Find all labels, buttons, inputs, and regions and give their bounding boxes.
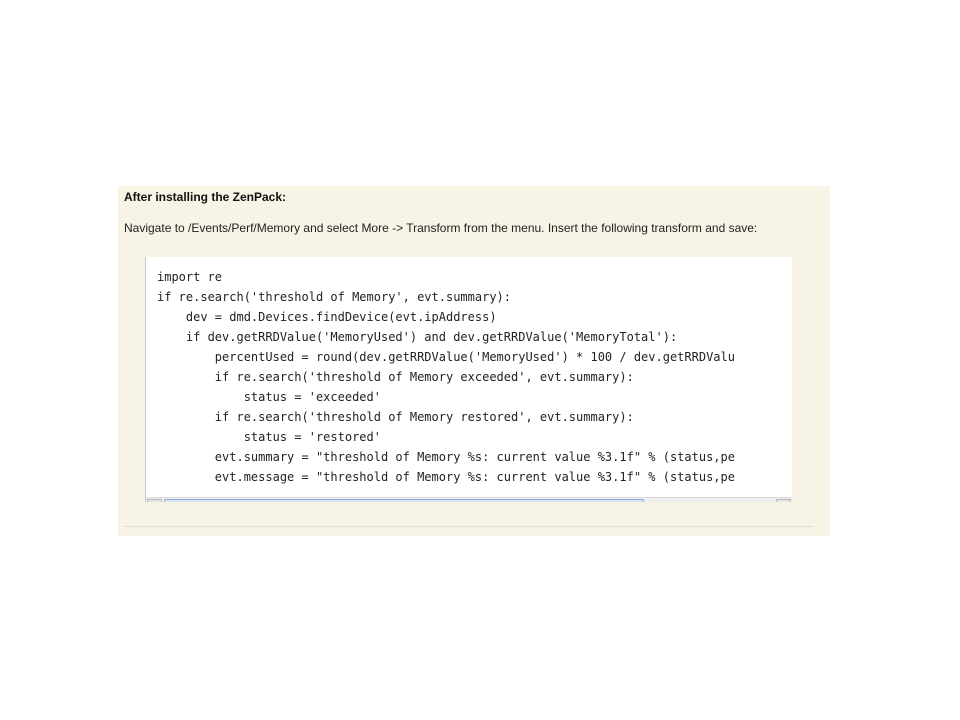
code-line: if re.search('threshold of Memory restor… bbox=[157, 410, 634, 424]
code-line: evt.message = "threshold of Memory %s: c… bbox=[157, 470, 735, 484]
horizontal-scrollbar[interactable]: ‹ › bbox=[146, 497, 792, 502]
code-line: if re.search('threshold of Memory exceed… bbox=[157, 370, 634, 384]
code-line: status = 'restored' bbox=[157, 430, 381, 444]
chevron-left-icon: ‹ bbox=[152, 500, 156, 503]
chevron-right-icon: › bbox=[781, 500, 785, 503]
zenpack-instructions-panel: After installing the ZenPack: Navigate t… bbox=[118, 186, 830, 536]
code-line: status = 'exceeded' bbox=[157, 390, 381, 404]
instructions-text: Navigate to /Events/Perf/Memory and sele… bbox=[124, 221, 758, 235]
scrollbar-thumb[interactable] bbox=[164, 499, 644, 502]
section-heading: After installing the ZenPack: bbox=[124, 190, 287, 204]
code-line: dev = dmd.Devices.findDevice(evt.ipAddre… bbox=[157, 310, 497, 324]
scroll-left-button[interactable]: ‹ bbox=[147, 499, 162, 502]
scroll-right-button[interactable]: › bbox=[776, 499, 791, 502]
code-line: import re bbox=[157, 270, 223, 284]
code-line: if dev.getRRDValue('MemoryUsed') and dev… bbox=[157, 330, 678, 344]
code-line: percentUsed = round(dev.getRRDValue('Mem… bbox=[157, 350, 735, 364]
code-line: if re.search('threshold of Memory', evt.… bbox=[157, 290, 512, 304]
code-area: import re if re.search('threshold of Mem… bbox=[146, 257, 792, 497]
code-block: import re if re.search('threshold of Mem… bbox=[145, 257, 792, 502]
code-line: evt.summary = "threshold of Memory %s: c… bbox=[157, 450, 735, 464]
divider bbox=[124, 526, 814, 527]
